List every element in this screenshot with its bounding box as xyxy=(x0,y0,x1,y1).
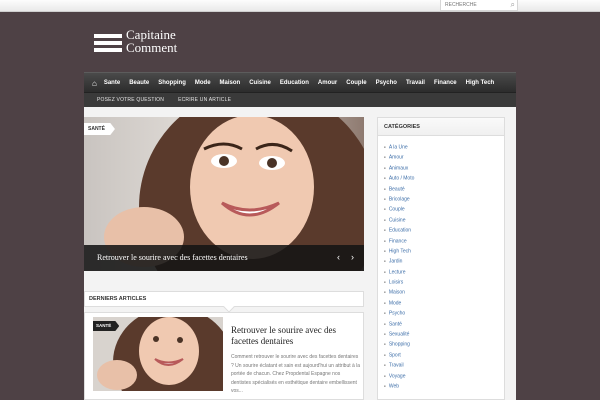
nav-item-cuisine[interactable]: Cuisine xyxy=(249,80,271,86)
category-link[interactable]: Bricolage xyxy=(384,194,504,204)
subnav-item[interactable]: ECRIRE UN ARTICLE xyxy=(178,97,231,103)
site-logo[interactable]: Capitaine Comment xyxy=(94,28,194,56)
categories-widget: CATÉGORIES A la UneAmourAnimauxAuto / Mo… xyxy=(377,117,505,400)
category-link[interactable]: Lecture xyxy=(384,267,504,277)
category-link[interactable]: Santé xyxy=(384,319,504,329)
category-link[interactable]: Web xyxy=(384,381,504,391)
search-input[interactable] xyxy=(445,0,505,10)
nav-item-shopping[interactable]: Shopping xyxy=(158,80,186,86)
nav-item-beaute[interactable]: Beaute xyxy=(129,80,149,86)
home-icon[interactable]: ⌂ xyxy=(92,79,97,88)
featured-slider[interactable]: SANTÉ Retrouver le sourire avec des face… xyxy=(84,117,364,271)
slider-caption: Retrouver le sourire avec des facettes d… xyxy=(84,245,364,271)
widget-header: CATÉGORIES xyxy=(378,118,504,136)
nav-item-mode[interactable]: Mode xyxy=(195,80,211,86)
slider-next-icon[interactable]: › xyxy=(351,252,354,262)
nav-item-finance[interactable]: Finance xyxy=(434,80,457,86)
secondary-navigation: POSEZ VOTRE QUESTION ECRIRE UN ARTICLE xyxy=(84,92,516,107)
nav-item-sante[interactable]: Sante xyxy=(104,80,120,86)
category-link[interactable]: Travail xyxy=(384,360,504,370)
search-icon[interactable]: ⌕ xyxy=(511,0,515,10)
nav-item-travail[interactable]: Travail xyxy=(406,80,425,86)
category-link[interactable]: Cuisine xyxy=(384,215,504,225)
category-link[interactable]: Shopping xyxy=(384,339,504,349)
search-box[interactable]: ⌕ xyxy=(440,0,518,11)
category-link[interactable]: Couple xyxy=(384,204,504,214)
logo-line-2: Comment xyxy=(126,40,178,55)
article-title[interactable]: Retrouver le sourire avec des facettes d… xyxy=(231,325,361,347)
nav-item-couple[interactable]: Couple xyxy=(346,80,366,86)
slider-prev-icon[interactable]: ‹ xyxy=(337,252,340,262)
widget-title: CATÉGORIES xyxy=(384,124,420,130)
logo-mark-icon xyxy=(94,34,122,52)
category-link[interactable]: Mode xyxy=(384,298,504,308)
slider-title[interactable]: Retrouver le sourire avec des facettes d… xyxy=(97,253,248,262)
slider-category-tag[interactable]: SANTÉ xyxy=(84,123,115,135)
category-link[interactable]: Voyage xyxy=(384,371,504,381)
subnav-item[interactable]: POSEZ VOTRE QUESTION xyxy=(97,97,164,103)
category-link[interactable]: Animaux xyxy=(384,163,504,173)
nav-item-education[interactable]: Education xyxy=(280,80,309,86)
latest-articles-heading: DERNIERS ARTICLES xyxy=(84,291,364,313)
category-link[interactable]: Loisirs xyxy=(384,277,504,287)
category-link[interactable]: Beauté xyxy=(384,184,504,194)
main-navigation: ⌂ Sante Beaute Shopping Mode Maison Cuisine Ed… xyxy=(84,72,516,92)
category-link[interactable]: Finance xyxy=(384,236,504,246)
nav-item-amour[interactable]: Amour xyxy=(318,80,337,86)
latest-articles-label: DERNIERS ARTICLES xyxy=(89,296,147,302)
category-link[interactable]: High Tech xyxy=(384,246,504,256)
category-link[interactable]: Sport xyxy=(384,350,504,360)
category-link[interactable]: Amour xyxy=(384,152,504,162)
category-link[interactable]: Psycho xyxy=(384,308,504,318)
category-link[interactable]: Auto / Moto xyxy=(384,173,504,183)
article-category-tag[interactable]: SANTÉ xyxy=(93,321,120,331)
category-link[interactable]: Education xyxy=(384,225,504,235)
nav-item-high-tech[interactable]: High Tech xyxy=(466,80,495,86)
nav-item-psycho[interactable]: Psycho xyxy=(376,80,397,86)
logo-text: Capitaine Comment xyxy=(126,28,177,54)
article-card[interactable]: SANTÉ Retrouver le sourire avec des face… xyxy=(84,312,364,400)
article-thumbnail[interactable]: SANTÉ xyxy=(93,317,223,391)
article-excerpt: Comment retrouver le sourire avec des fa… xyxy=(231,354,361,394)
category-link[interactable]: Jardin xyxy=(384,256,504,266)
category-link[interactable]: Sexualité xyxy=(384,329,504,339)
category-link[interactable]: A la Une xyxy=(384,142,504,152)
category-link[interactable]: Maison xyxy=(384,287,504,297)
nav-item-maison[interactable]: Maison xyxy=(220,80,241,86)
